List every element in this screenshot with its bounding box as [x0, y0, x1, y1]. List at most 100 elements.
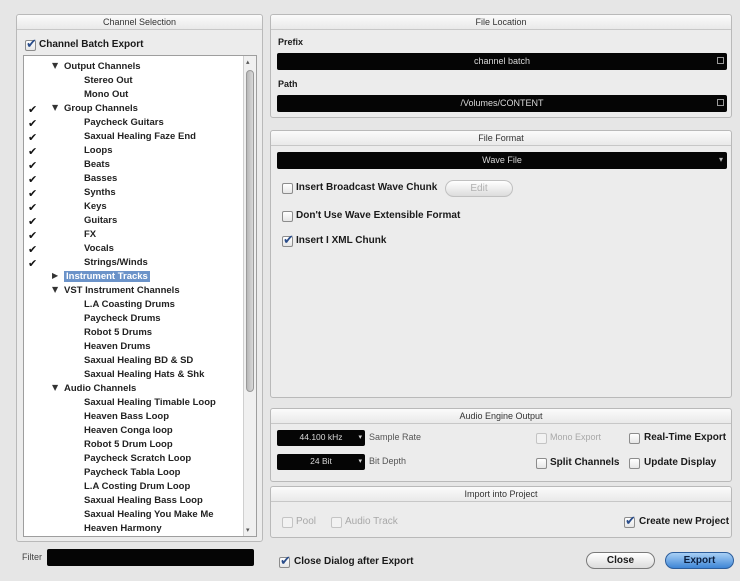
close-after-export-checkbox[interactable] — [279, 554, 291, 569]
channel-tree-row[interactable]: ✔ Loops — [24, 144, 242, 158]
tree-scrollbar[interactable]: ▴ ▾ — [243, 56, 256, 536]
ixml-chunk-label: Insert I XML Chunk — [296, 235, 387, 246]
channel-tree-row[interactable]: Robot 5 Drum Loop — [24, 438, 242, 452]
channel-tree-row[interactable]: Heaven Conga loop — [24, 424, 242, 438]
filter-input[interactable] — [47, 549, 254, 566]
checkmark-icon[interactable]: ✔ — [28, 229, 37, 242]
channel-tree-row[interactable]: Paycheck Tabla Loop — [24, 466, 242, 480]
channel-tree-row[interactable]: L.A Coasting Drums — [24, 298, 242, 312]
checkmark-icon[interactable]: ✔ — [28, 117, 37, 130]
file-location-panel: File Location Prefix channel batch Path … — [270, 14, 732, 118]
channel-tree-row[interactable]: Saxual Healing Hats & Shk — [24, 368, 242, 382]
channel-tree-row[interactable]: ▼ VST Instrument Channels — [24, 284, 242, 298]
bit-depth-arrow-icon: ▾ — [358, 457, 362, 465]
channel-tree-row[interactable]: Saxual Healing You Make Me — [24, 508, 242, 522]
broadcast-wave-checkbox[interactable] — [282, 183, 293, 194]
sample-rate-label: Sample Rate — [369, 432, 422, 442]
channel-tree-row-label: Basses — [84, 173, 118, 184]
disclosure-open-icon[interactable]: ▼ — [52, 383, 58, 392]
channel-tree-row[interactable]: Mono Out — [24, 88, 242, 102]
channel-tree-row[interactable]: Saxual Healing Bass Loop — [24, 494, 242, 508]
channel-tree-row[interactable]: L.A Costing Drum Loop — [24, 480, 242, 494]
channel-tree-row[interactable]: ✔ ▼ Group Channels — [24, 102, 242, 116]
channel-tree-row[interactable]: ✔ Keys — [24, 200, 242, 214]
update-display-checkbox[interactable] — [629, 458, 640, 469]
channel-tree-row[interactable]: ✔ Vocals — [24, 242, 242, 256]
scroll-thumb[interactable] — [246, 70, 254, 392]
prefix-menu-icon[interactable] — [717, 57, 724, 64]
channel-tree-list[interactable]: ▼ Output Channels Stereo Out Mono Out ✔ ▼ Grou… — [23, 55, 257, 537]
pool-checkbox[interactable] — [282, 517, 293, 528]
channel-tree-row[interactable]: ✔ FX — [24, 228, 242, 242]
checkmark-icon[interactable]: ✔ — [28, 145, 37, 158]
channel-selection-panel: Channel Selection Channel Batch Export ▼… — [16, 14, 263, 542]
bit-depth-select[interactable]: 24 Bit ▾ — [277, 454, 365, 470]
edit-button[interactable]: Edit — [445, 180, 513, 197]
channel-tree-row[interactable]: ✔ Paycheck Guitars — [24, 116, 242, 130]
channel-tree-row-label: Robot 5 Drums — [84, 327, 153, 338]
audio-track-label: Audio Track — [345, 516, 398, 527]
channel-tree-row[interactable]: ✔ Guitars — [24, 214, 242, 228]
channel-tree-row[interactable]: Paycheck Drums — [24, 312, 242, 326]
checkmark-icon[interactable]: ✔ — [28, 201, 37, 214]
wave-extensible-checkbox[interactable] — [282, 211, 293, 222]
channel-tree-row-label: Output Channels — [64, 61, 141, 72]
path-browse-icon[interactable] — [717, 99, 724, 106]
scroll-down-arrow-icon[interactable]: ▾ — [246, 526, 250, 534]
ixml-chunk-checkbox[interactable] — [282, 233, 294, 248]
channel-tree-row[interactable]: Heaven Bass Loop — [24, 410, 242, 424]
channel-tree-row[interactable]: ✔ Saxual Healing Faze End — [24, 130, 242, 144]
disclosure-open-icon[interactable]: ▼ — [52, 61, 58, 70]
disclosure-closed-icon[interactable]: ▶ — [52, 271, 58, 280]
checkmark-icon[interactable]: ✔ — [28, 173, 37, 186]
export-button[interactable]: Export — [665, 552, 734, 569]
channel-tree-row-label: L.A Coasting Drums — [84, 299, 175, 310]
mono-export-checkbox[interactable] — [536, 433, 547, 444]
checkmark-icon[interactable]: ✔ — [28, 187, 37, 200]
split-channels-checkbox[interactable] — [536, 458, 547, 469]
channel-tree-row[interactable]: ▶ Instrument Tracks — [24, 270, 242, 284]
channel-tree-row[interactable]: ▼ Audio Channels — [24, 382, 242, 396]
create-project-checkbox[interactable] — [624, 514, 636, 529]
checkmark-icon[interactable]: ✔ — [28, 131, 37, 144]
channel-tree-row[interactable]: ✔ Strings/Winds — [24, 256, 242, 270]
checkmark-icon[interactable]: ✔ — [28, 159, 37, 172]
channel-tree-row-label: Heaven Bass Loop — [84, 411, 169, 422]
channel-tree-row[interactable]: Heaven Harmony — [24, 522, 242, 536]
file-format-select[interactable]: Wave File ▾ — [277, 152, 727, 169]
scroll-up-arrow-icon[interactable]: ▴ — [246, 58, 250, 66]
channel-tree-row[interactable]: Heaven Drums — [24, 340, 242, 354]
channel-tree-row[interactable]: ✔ Beats — [24, 158, 242, 172]
channel-tree-row-label: Heaven Conga loop — [84, 425, 173, 436]
close-button[interactable]: Close — [586, 552, 655, 569]
disclosure-open-icon[interactable]: ▼ — [52, 103, 58, 112]
channel-tree-row[interactable]: Stereo Out — [24, 74, 242, 88]
checkmark-icon[interactable]: ✔ — [28, 257, 37, 270]
checkmark-icon[interactable]: ✔ — [28, 103, 37, 116]
wave-extensible-label: Don't Use Wave Extensible Format — [296, 210, 461, 221]
path-input[interactable]: /Volumes/CONTENT — [277, 95, 727, 112]
realtime-export-checkbox[interactable] — [629, 433, 640, 444]
channel-tree-row-label: Loops — [84, 145, 113, 156]
checkmark-icon[interactable]: ✔ — [28, 215, 37, 228]
create-project-label: Create new Project — [639, 516, 730, 527]
channel-tree-row[interactable]: ▼ Output Channels — [24, 60, 242, 74]
channel-batch-export-checkbox[interactable] — [25, 37, 37, 52]
disclosure-open-icon[interactable]: ▼ — [52, 285, 58, 294]
sample-rate-select[interactable]: 44.100 kHz ▾ — [277, 430, 365, 446]
channel-tree-row[interactable]: ✔ Basses — [24, 172, 242, 186]
channel-tree-row-label: Saxual Healing Bass Loop — [84, 495, 203, 506]
channel-tree-row-label: Paycheck Guitars — [84, 117, 164, 128]
checkmark-icon[interactable]: ✔ — [28, 243, 37, 256]
channel-tree-row[interactable]: Saxual Healing Timable Loop — [24, 396, 242, 410]
bit-depth-label: Bit Depth — [369, 456, 407, 466]
channel-tree-row[interactable]: ✔ Synths — [24, 186, 242, 200]
prefix-input[interactable]: channel batch — [277, 53, 727, 70]
channel-tree-row-label: Paycheck Drums — [84, 313, 161, 324]
channel-tree-row[interactable]: Saxual Healing BD & SD — [24, 354, 242, 368]
import-project-panel: Import into Project Pool Audio Track Cre… — [270, 486, 732, 538]
channel-tree-row-label: VST Instrument Channels — [64, 285, 180, 296]
channel-tree-row[interactable]: Paycheck Scratch Loop — [24, 452, 242, 466]
channel-tree-row[interactable]: Robot 5 Drums — [24, 326, 242, 340]
audio-track-checkbox[interactable] — [331, 517, 342, 528]
